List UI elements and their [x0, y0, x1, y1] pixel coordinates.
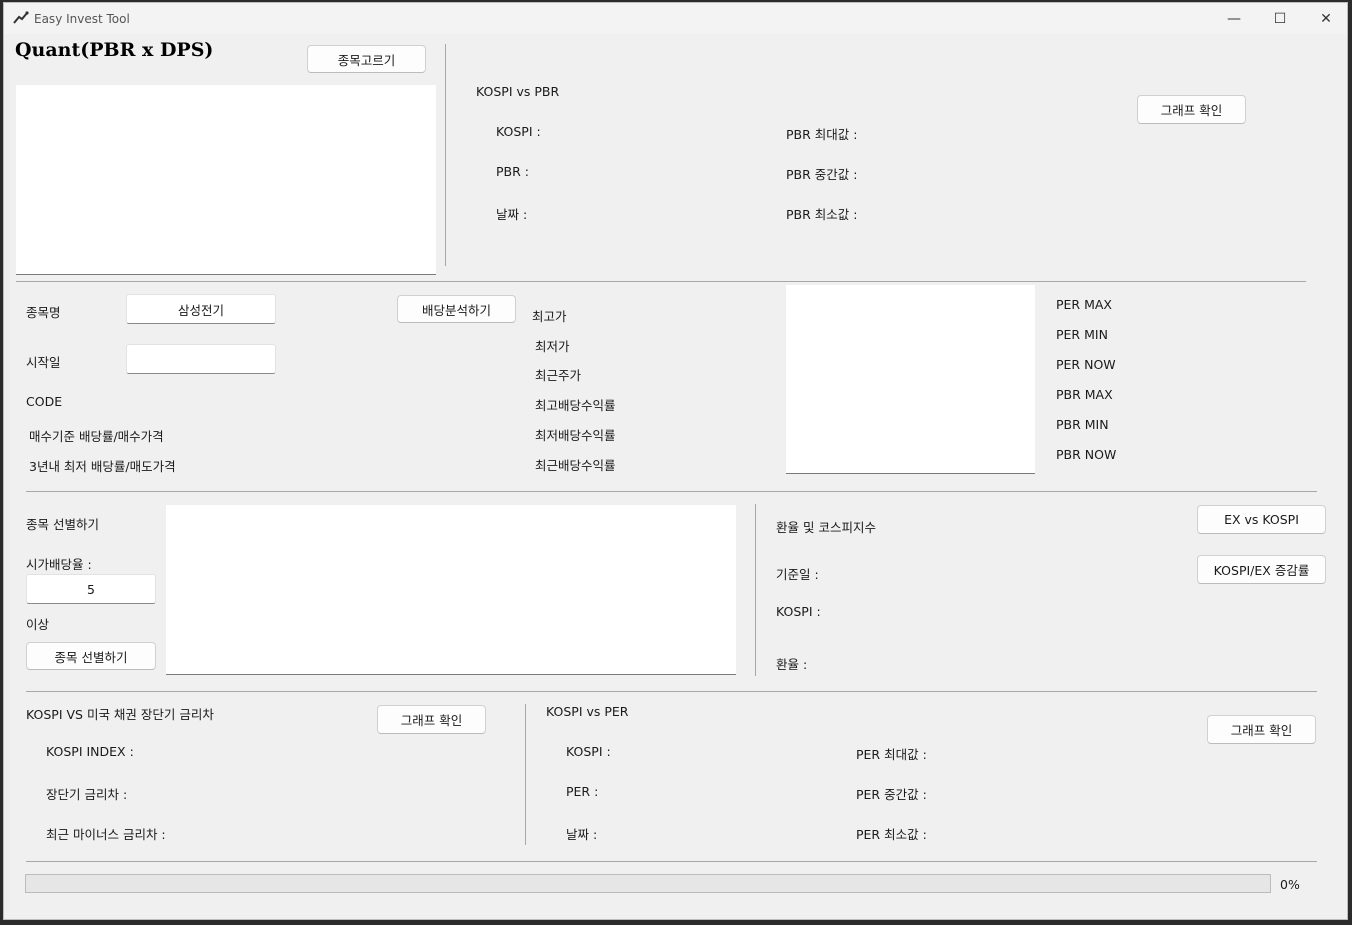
pbr-min-label: PBR MIN	[1056, 417, 1109, 432]
window-title: Easy Invest Tool	[34, 12, 130, 26]
section-divider	[16, 281, 1306, 282]
pbr-max-label: PBR MAX	[1056, 387, 1113, 402]
per-now-label: PER NOW	[1056, 357, 1116, 372]
kospi-per-per-label: PER :	[566, 784, 599, 799]
screen-result-list[interactable]	[166, 505, 736, 675]
bond-heading: KOSPI VS 미국 채권 장단기 금리차	[26, 707, 214, 722]
kospi-per-graph-button[interactable]: 그래프 확인	[1207, 715, 1316, 744]
exchange-kospi-label: KOSPI :	[776, 604, 821, 619]
analyze-dividend-button[interactable]: 배당분석하기	[397, 295, 516, 323]
per-min-label: PER MIN	[1056, 327, 1108, 342]
kospi-pbr-graph-button[interactable]: 그래프 확인	[1137, 95, 1246, 124]
rate-spread-label: 장단기 금리차 :	[46, 787, 128, 802]
above-label: 이상	[26, 617, 50, 632]
pbr-mid-label: PBR 중간값 :	[786, 167, 858, 182]
kospi-per-kospi-label: KOSPI :	[566, 744, 611, 759]
kospi-pbr-heading: KOSPI vs PBR	[476, 84, 560, 99]
quant-result-list[interactable]	[16, 85, 436, 275]
section-divider	[445, 44, 446, 266]
low-price-label: 최저가	[535, 339, 570, 354]
per-min-value-label: PER 최소값 :	[856, 827, 927, 842]
per-max-value-label: PER 최대값 :	[856, 747, 927, 762]
progress-bar	[25, 874, 1271, 893]
base-date-label: 기준일 :	[776, 567, 819, 582]
code-label: CODE	[26, 394, 63, 409]
dividend-chart-area	[786, 285, 1035, 474]
exchange-heading: 환율 및 코스피지수	[776, 520, 876, 535]
exchange-rate-label: 환율 :	[776, 657, 808, 672]
per-max-label: PER MAX	[1056, 297, 1112, 312]
start-date-label: 시작일	[26, 355, 61, 370]
section-divider	[525, 704, 526, 845]
buy-yield-label: 매수기준 배당률/매수가격	[29, 429, 164, 444]
minimize-button[interactable]: —	[1211, 3, 1257, 34]
pbr-now-label: PBR NOW	[1056, 447, 1117, 462]
screen-stocks-button[interactable]: 종목 선별하기	[26, 642, 156, 670]
app-icon	[13, 11, 29, 24]
screen-title: 종목 선별하기	[26, 517, 99, 532]
close-icon: ✕	[1320, 10, 1332, 27]
per-mid-value-label: PER 중간값 :	[856, 787, 927, 802]
maximize-button[interactable]: ☐	[1257, 3, 1303, 34]
sell-yield-label: 3년내 최저 배당률/매도가격	[29, 459, 176, 474]
kospi-per-heading: KOSPI vs PER	[546, 704, 629, 719]
high-price-label: 최고가	[532, 309, 567, 324]
recent-yield-label: 최근배당수익률	[535, 458, 616, 473]
pbr-min-label: PBR 최소값 :	[786, 207, 858, 222]
progress-label: 0%	[1280, 877, 1300, 892]
quant-title: Quant(PBR x DPS)	[15, 39, 214, 61]
min-yield-label: 최저배당수익률	[535, 428, 616, 443]
app-window: Easy Invest Tool — ☐ ✕ Quant(PBR x DPS) …	[3, 2, 1348, 920]
pick-stock-button[interactable]: 종목고르기	[307, 45, 426, 73]
stock-name-label: 종목명	[26, 305, 61, 320]
recent-negative-spread-label: 최근 마이너스 금리차 :	[46, 827, 166, 842]
section-divider	[26, 491, 1317, 492]
start-date-input[interactable]	[126, 344, 276, 374]
section-divider	[26, 691, 1317, 692]
stock-name-input[interactable]: 삼성전기	[126, 294, 276, 324]
ex-vs-kospi-button[interactable]: EX vs KOSPI	[1197, 505, 1326, 534]
yield-input[interactable]: 5	[26, 574, 156, 604]
kospi-pbr-kospi-label: KOSPI :	[496, 124, 541, 139]
bond-graph-button[interactable]: 그래프 확인	[377, 705, 486, 734]
minimize-icon: —	[1227, 10, 1241, 27]
pbr-max-label: PBR 최대값 :	[786, 127, 858, 142]
yield-label: 시가배당율 :	[26, 557, 92, 572]
title-bar: Easy Invest Tool — ☐ ✕	[4, 3, 1347, 34]
section-divider	[755, 504, 756, 676]
section-divider	[26, 861, 1317, 862]
kospi-ex-change-button[interactable]: KOSPI/EX 증감률	[1197, 555, 1326, 584]
kospi-pbr-pbr-label: PBR :	[496, 164, 529, 179]
recent-price-label: 최근주가	[535, 368, 582, 383]
close-button[interactable]: ✕	[1303, 3, 1349, 34]
kospi-pbr-date-label: 날짜 :	[496, 207, 528, 222]
max-yield-label: 최고배당수익률	[535, 398, 616, 413]
kospi-per-date-label: 날짜 :	[566, 827, 598, 842]
maximize-icon: ☐	[1273, 10, 1287, 27]
kospi-index-label: KOSPI INDEX :	[46, 744, 134, 759]
